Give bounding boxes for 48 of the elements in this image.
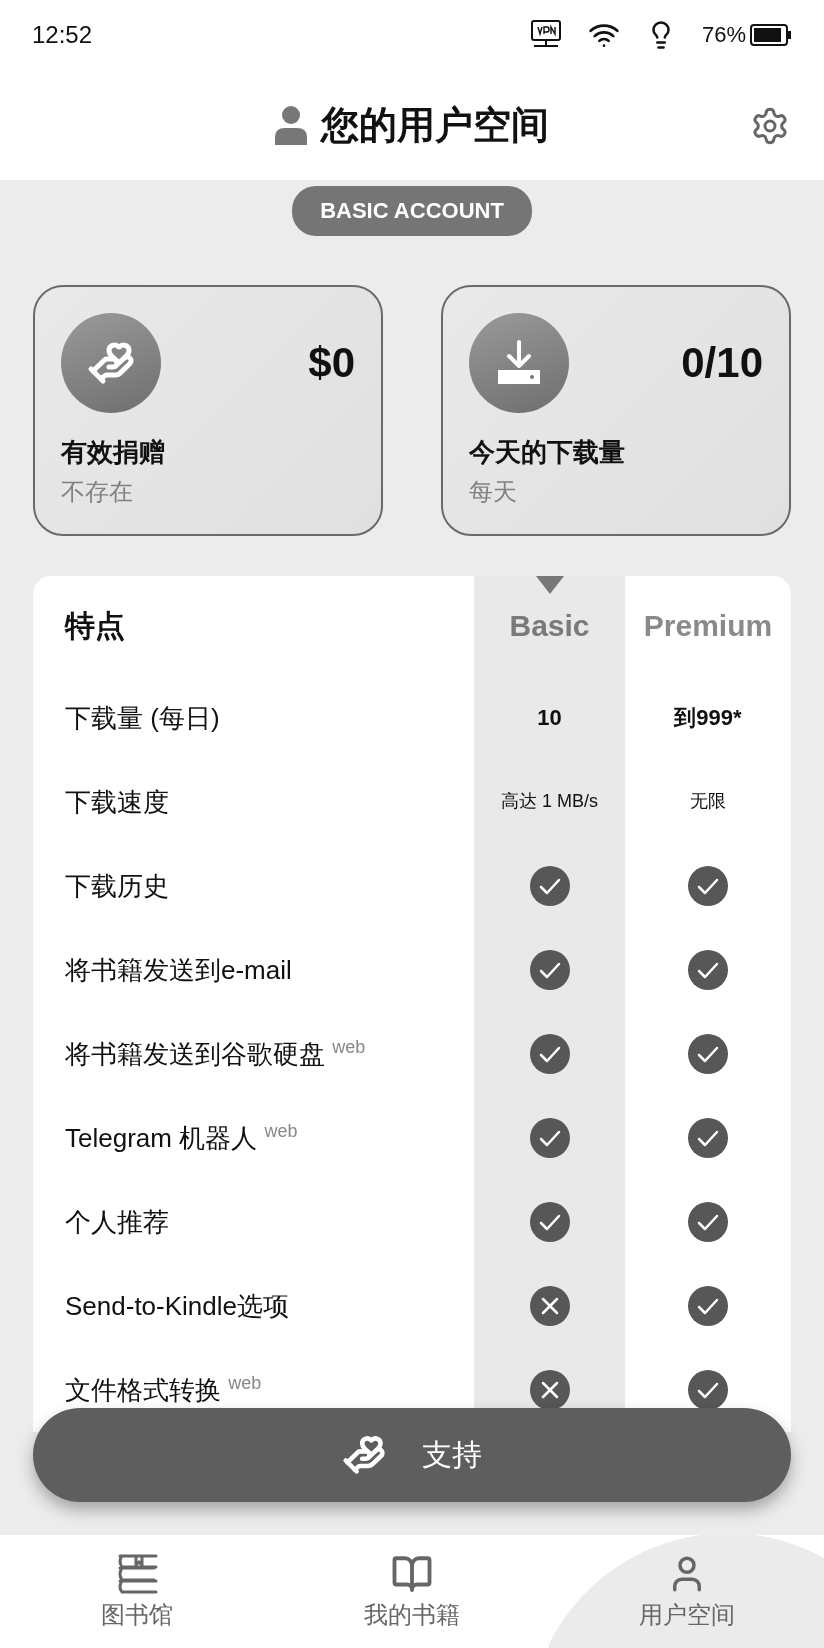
check-icon <box>688 866 728 906</box>
column-header: 特点 <box>63 607 126 644</box>
check-icon <box>529 866 570 906</box>
check-icon <box>529 950 570 990</box>
feature-label: 文件格式转换 $^{web}$ <box>65 1372 262 1407</box>
check-icon <box>688 1286 728 1326</box>
stat-value: $0 <box>308 339 355 387</box>
check-icon <box>688 1034 728 1074</box>
feature-label: 下载历史 <box>65 869 169 903</box>
check-icon <box>688 1202 728 1242</box>
stat-sublabel: 不存在 <box>61 477 134 507</box>
stat-sublabel: 每天 <box>469 477 518 507</box>
check-icon <box>688 950 728 990</box>
check-icon <box>688 1370 728 1410</box>
nav-tab[interactable]: 用户空间 <box>549 1535 824 1648</box>
person-icon <box>275 105 307 145</box>
feature-label: 个人推荐 <box>65 1205 169 1239</box>
stat-label: 今天的下载量 <box>469 436 626 469</box>
column-header: Basic <box>509 609 590 643</box>
check-icon <box>688 1118 728 1158</box>
page-title: 您的用户空间 <box>321 102 549 148</box>
status-time: 12:52 <box>32 21 93 49</box>
battery-percent: 76% <box>701 22 746 48</box>
feature-label: 将书籍发送到e-mail <box>65 953 292 987</box>
stat-label: 有效捐赠 <box>61 436 166 469</box>
table-cell-text: 到999* <box>674 704 742 732</box>
account-badge: BASIC ACCOUNT <box>292 186 532 236</box>
feature-label: 下载速度 <box>65 785 169 819</box>
check-icon <box>529 1118 570 1158</box>
pointer-icon <box>535 576 564 594</box>
stat-value: 0/10 <box>681 339 763 387</box>
check-icon <box>529 1034 570 1074</box>
support-button[interactable]: 支持 <box>33 1408 791 1502</box>
hand-heart-icon <box>87 339 135 387</box>
table-cell: 10 <box>537 705 562 731</box>
feature-label: 将书籍发送到谷歌硬盘 $^{web}$ <box>65 1036 366 1071</box>
cross-icon <box>529 1370 570 1410</box>
table-cell-text: 高达 1 MB/s <box>500 790 599 814</box>
feature-label: Telegram 机器人 $^{web}$ <box>65 1120 298 1155</box>
check-icon <box>529 1202 570 1242</box>
feature-label: Send-to-Kindle选项 <box>65 1289 289 1323</box>
table-cell-text: 无限 <box>689 790 727 814</box>
battery-icon <box>750 24 792 46</box>
feature-label: 下载量 (每日) <box>65 701 220 735</box>
cross-icon <box>529 1286 570 1326</box>
vpn-icon <box>529 20 562 50</box>
column-header: Premium <box>643 609 773 643</box>
hand-heart-icon <box>342 1433 386 1477</box>
